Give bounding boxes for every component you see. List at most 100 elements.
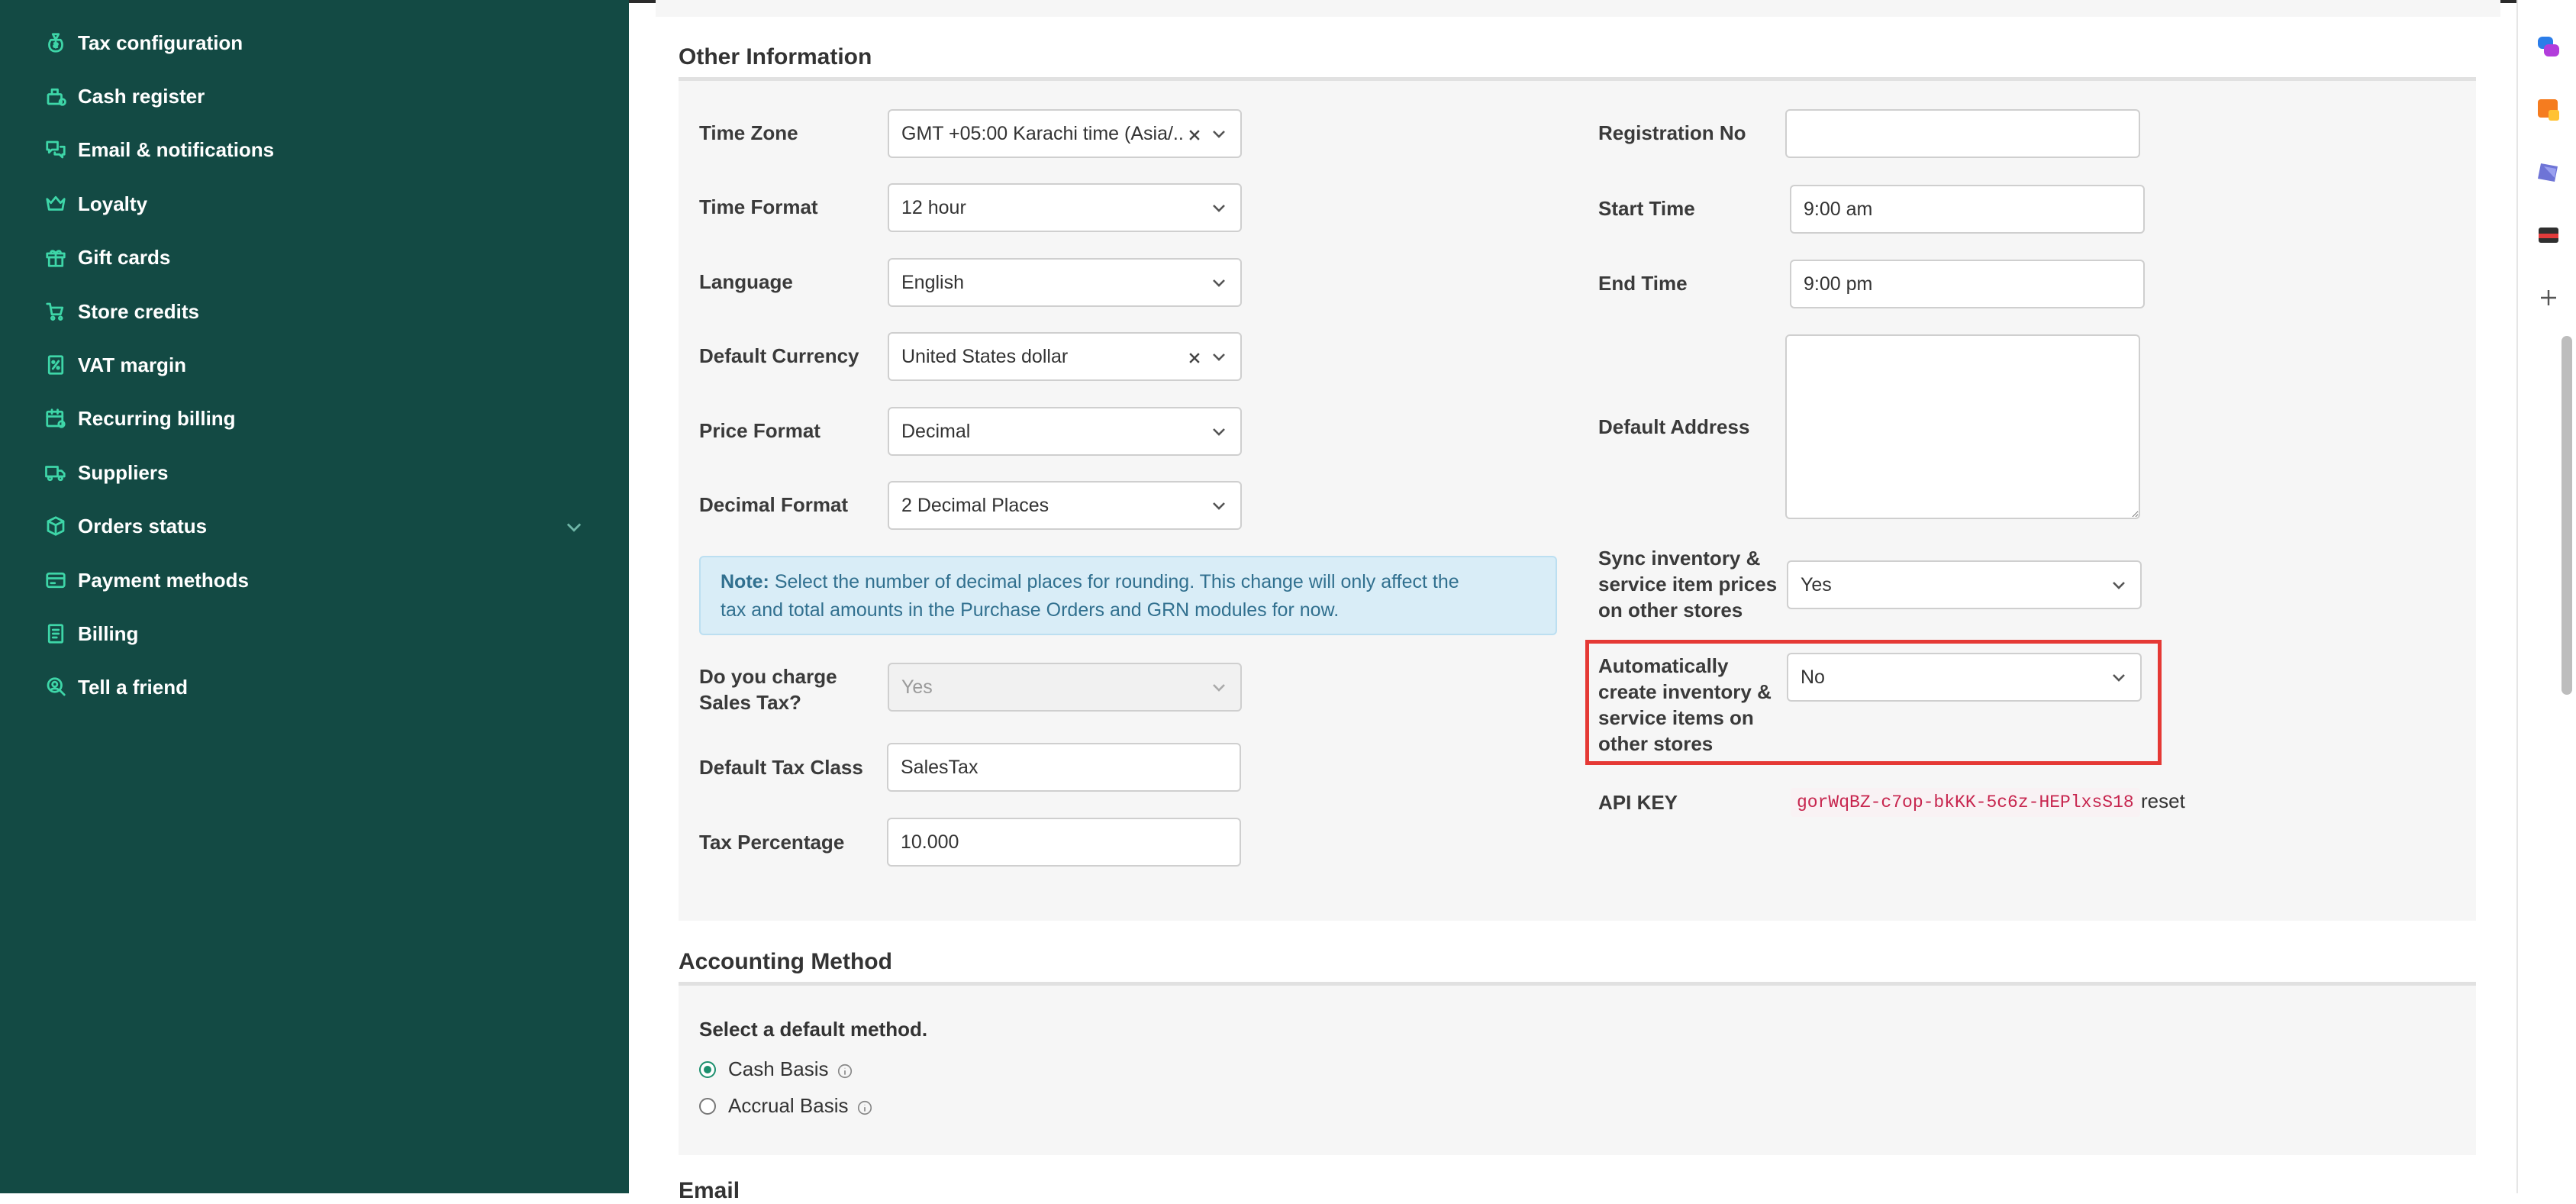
teams-app-icon[interactable]	[2535, 159, 2562, 186]
calendar-repeat-icon	[43, 405, 69, 431]
time-format-select[interactable]: 12 hour	[888, 183, 1242, 232]
chevron-down-icon	[1210, 124, 1228, 143]
default-address-textarea[interactable]	[1785, 334, 2140, 519]
box-icon	[43, 513, 69, 539]
api-key-value: gorWqBZ-c7op-bkKK-5c6z-HEPlxsS18	[1791, 788, 2140, 817]
previous-section-panel	[656, 0, 2500, 17]
add-icon[interactable]	[2535, 284, 2562, 311]
chevron-down-icon	[2110, 576, 2128, 594]
wallet-app-icon[interactable]	[2535, 221, 2562, 249]
email-section-title: Email	[679, 1178, 740, 1203]
auto-create-label: Automatically create inventory & service…	[1598, 654, 1772, 755]
language-select[interactable]: English	[888, 258, 1242, 307]
scrollbar[interactable]	[2561, 336, 2572, 695]
percent-receipt-icon	[43, 352, 69, 378]
chat-app-icon[interactable]	[2535, 34, 2562, 61]
default-currency-select[interactable]: United States dollar	[888, 332, 1242, 381]
sidebar-item-label: Payment methods	[78, 568, 249, 592]
default-currency-label: Default Currency	[699, 344, 859, 367]
gift-icon	[43, 244, 69, 270]
sidebar-item-payment-methods[interactable]: Payment methods	[43, 557, 249, 603]
start-time-input[interactable]: 9:00 am	[1790, 185, 2145, 234]
tax-percentage-input[interactable]: 10.000	[887, 818, 1241, 867]
sync-inventory-select[interactable]: Yes	[1787, 560, 2142, 609]
language-label: Language	[699, 270, 793, 293]
sidebar-item-label: Store credits	[78, 299, 199, 323]
api-key-label: API KEY	[1598, 791, 1678, 814]
start-time-label: Start Time	[1598, 197, 1695, 220]
decimal-note: Note: Select the number of decimal place…	[699, 556, 1557, 635]
chevron-down-icon	[1210, 678, 1228, 696]
info-icon[interactable]	[837, 1061, 853, 1078]
sidebar-item-label: Cash register	[78, 84, 205, 108]
truck-icon	[43, 460, 69, 486]
end-time-input[interactable]: 9:00 pm	[1790, 260, 2145, 308]
accounting-subtitle: Select a default method.	[699, 1018, 928, 1041]
sidebar-item-orders-status[interactable]: Orders status	[43, 503, 207, 549]
time-zone-select[interactable]: GMT +05:00 Karachi time (Asia/...	[888, 109, 1242, 158]
sync-inventory-label: Sync inventory & service item prices on …	[1598, 547, 1778, 621]
auto-create-select[interactable]: No	[1787, 653, 2142, 702]
price-format-select[interactable]: Decimal	[888, 407, 1242, 456]
sidebar-item-label: Tell a friend	[78, 675, 188, 699]
clear-icon[interactable]	[1187, 126, 1202, 141]
chevron-down-icon	[1210, 199, 1228, 217]
api-key-reset-link[interactable]: reset	[2141, 789, 2185, 813]
sidebar-item-gift-cards[interactable]: Gift cards	[43, 234, 170, 280]
chevron-down-icon	[2110, 668, 2128, 686]
user-search-icon	[43, 674, 69, 700]
time-format-label: Time Format	[699, 195, 818, 218]
sidebar-item-tell-a-friend[interactable]: Tell a friend	[43, 664, 188, 710]
crown-icon	[43, 191, 69, 217]
sidebar-item-store-credits[interactable]: Store credits	[43, 289, 199, 334]
cash-register-icon	[43, 83, 69, 109]
sidebar-item-label: Recurring billing	[78, 406, 236, 430]
time-zone-label: Time Zone	[699, 121, 798, 144]
chevron-down-icon	[1210, 347, 1228, 366]
sidebar-item-recurring-billing[interactable]: Recurring billing	[43, 395, 236, 441]
default-tax-class-input[interactable]: SalesTax	[887, 743, 1241, 792]
accounting-method-title: Accounting Method	[679, 949, 892, 974]
chat-bubbles-icon	[43, 137, 69, 163]
info-icon[interactable]	[856, 1098, 873, 1115]
chevron-down-icon[interactable]	[563, 516, 586, 539]
radio-button[interactable]	[699, 1060, 716, 1078]
notes-app-icon[interactable]	[2535, 96, 2562, 124]
sidebar-item-label: VAT margin	[78, 353, 187, 376]
default-address-label: Default Address	[1598, 415, 1750, 438]
clear-icon[interactable]	[1187, 349, 1202, 364]
chevron-down-icon	[1210, 422, 1228, 441]
registration-no-label: Registration No	[1598, 121, 1746, 144]
end-time-label: End Time	[1598, 272, 1688, 295]
chevron-down-icon	[1210, 273, 1228, 292]
decimal-format-select[interactable]: 2 Decimal Places	[888, 481, 1242, 530]
chevron-down-icon	[1210, 496, 1228, 515]
receipt-icon	[43, 621, 69, 647]
money-bag-icon	[43, 30, 69, 56]
sidebar-item-label: Suppliers	[78, 460, 169, 484]
sidebar-item-suppliers[interactable]: Suppliers	[43, 450, 168, 495]
radio-cash-basis[interactable]: Cash Basis	[699, 1057, 853, 1081]
radio-button[interactable]	[699, 1097, 716, 1115]
sidebar-item-loyalty[interactable]: Loyalty	[43, 181, 147, 227]
sidebar-item-label: Billing	[78, 621, 139, 645]
sidebar-item-label: Tax configuration	[78, 31, 243, 54]
sidebar-item-vat-margin[interactable]: VAT margin	[43, 342, 186, 388]
card-icon	[43, 567, 69, 593]
sidebar-item-label: Loyalty	[78, 192, 148, 215]
charge-sales-tax-label: Do you charge Sales Tax?	[699, 665, 837, 714]
other-information-title: Other Information	[679, 44, 872, 69]
default-tax-class-label: Default Tax Class	[699, 756, 863, 779]
sidebar-item-tax-configuration[interactable]: Tax configuration	[43, 20, 243, 66]
charge-sales-tax-select: Yes	[888, 663, 1242, 712]
tax-percentage-label: Tax Percentage	[699, 831, 845, 854]
decimal-format-label: Decimal Format	[699, 493, 849, 516]
accounting-method-panel	[679, 986, 2476, 1155]
radio-accrual-basis[interactable]: Accrual Basis	[699, 1094, 873, 1118]
sidebar-item-label: Gift cards	[78, 245, 171, 269]
sidebar-item-billing[interactable]: Billing	[43, 611, 138, 657]
settings-sidebar: Tax configuration Cash register Email & …	[0, 0, 629, 1193]
registration-no-input[interactable]	[1785, 109, 2140, 158]
sidebar-item-cash-register[interactable]: Cash register	[43, 73, 205, 119]
sidebar-item-email-notifications[interactable]: Email & notifications	[43, 127, 274, 173]
